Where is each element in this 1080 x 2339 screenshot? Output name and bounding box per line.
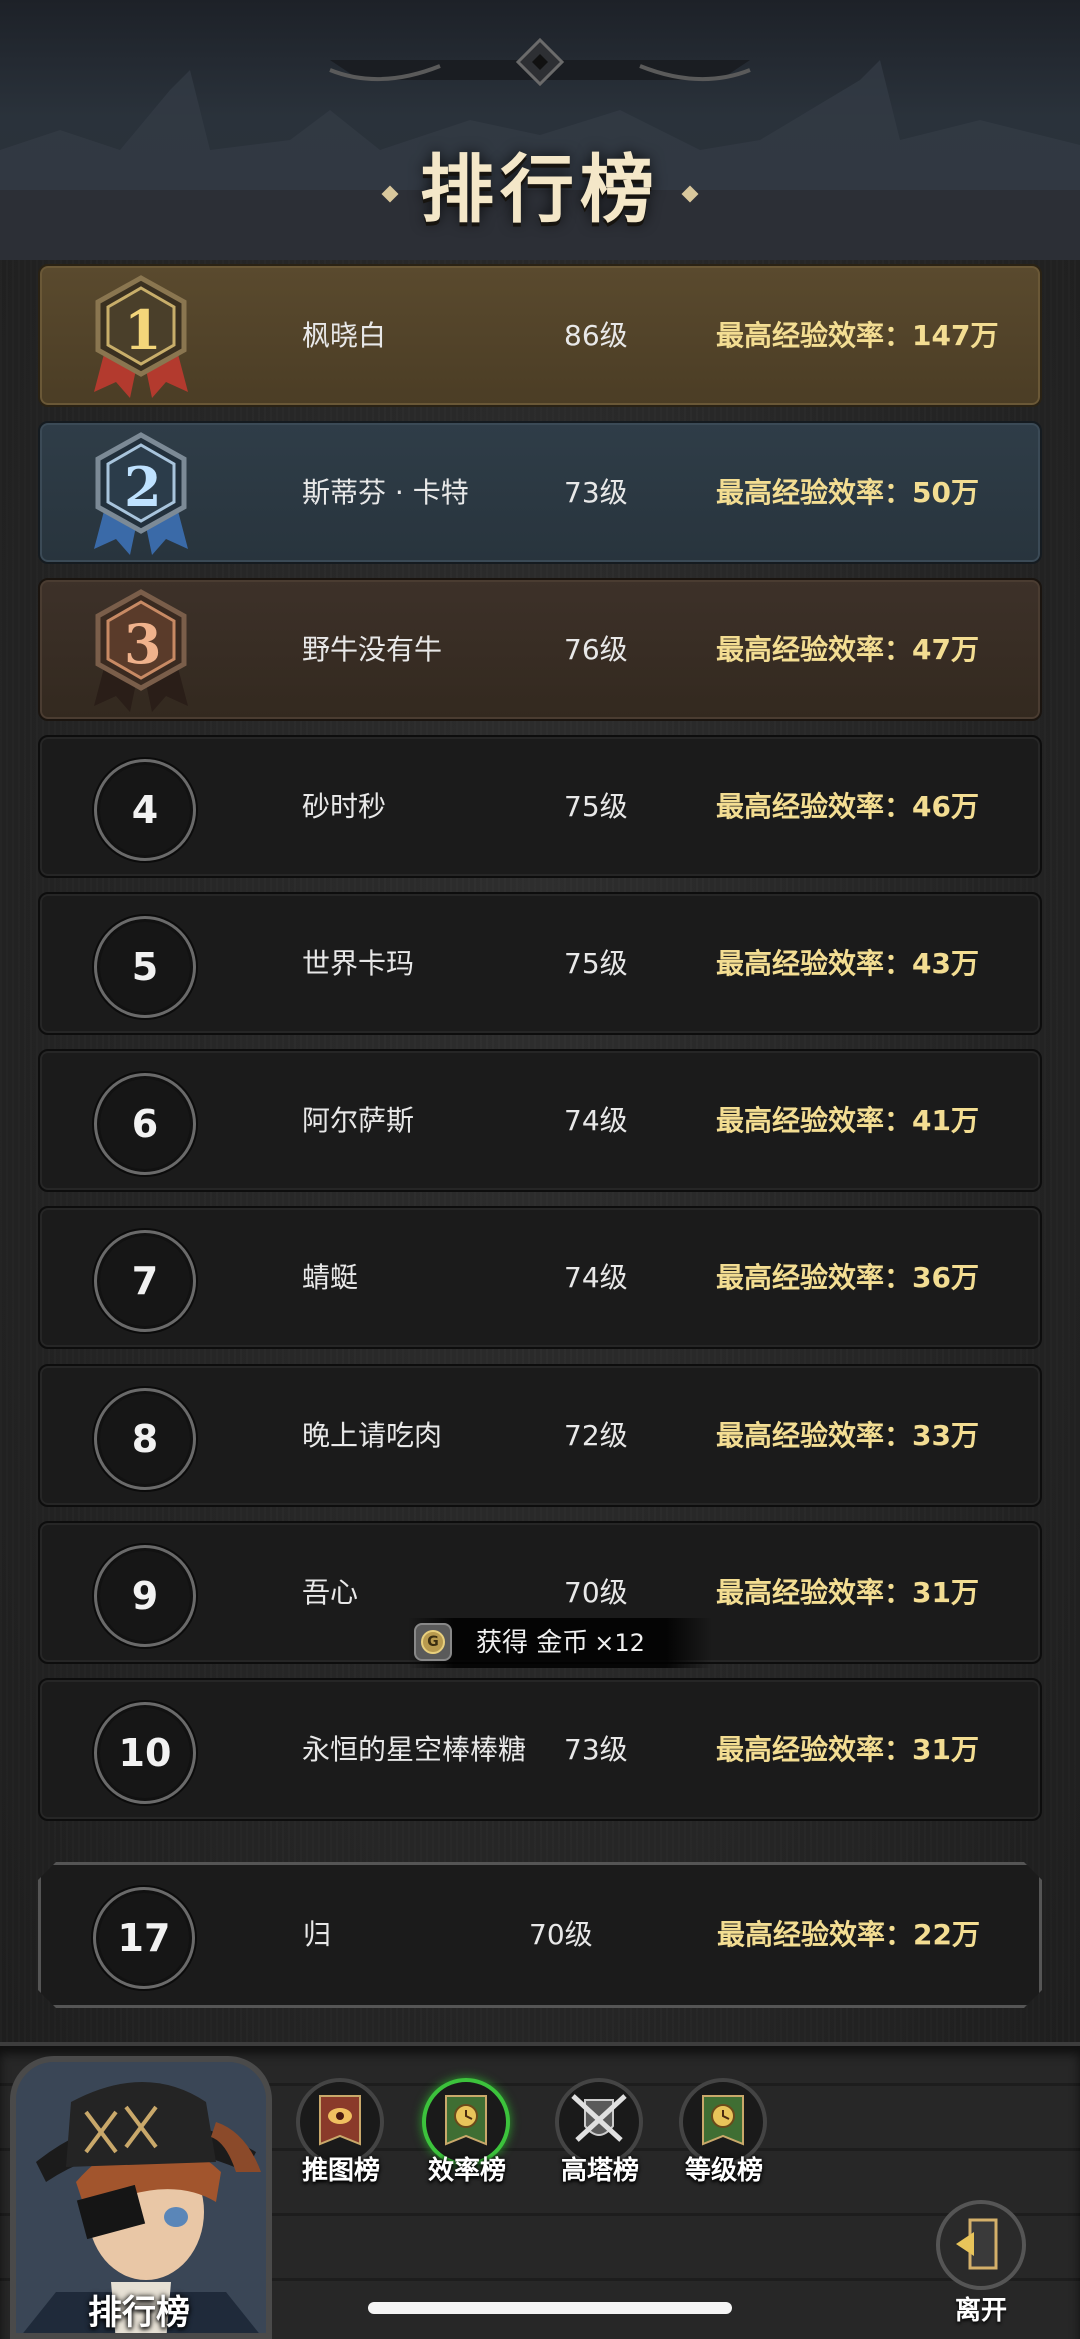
- player-level: 74级: [564, 1261, 628, 1294]
- player-level: 75级: [564, 947, 628, 980]
- rank-badge: 17: [93, 1887, 195, 1989]
- page-title: 排行榜: [0, 130, 1080, 237]
- tab-push-map[interactable]: 推图榜: [286, 2078, 396, 2198]
- leaderboard-row-10[interactable]: 10 永恒的星空棒棒糖 73级 最高经验效率：31万: [38, 1678, 1042, 1821]
- player-name: 永恒的星空棒棒糖: [302, 1733, 527, 1766]
- player-name: 归: [303, 1918, 332, 1951]
- player-level: 72级: [564, 1419, 628, 1452]
- exp-efficiency: 最高经验效率：46万: [716, 790, 979, 823]
- current-screen-label: 排行榜: [88, 2293, 190, 2333]
- exp-efficiency: 最高经验效率：33万: [716, 1419, 979, 1452]
- player-level: 70级: [529, 1918, 593, 1951]
- rank-badge: 10: [94, 1702, 196, 1804]
- player-name: 砂时秒: [302, 790, 387, 823]
- rank-number: 2: [124, 455, 162, 519]
- player-level: 86级: [564, 319, 628, 352]
- exp-efficiency: 最高经验效率：36万: [716, 1261, 979, 1294]
- player-level: 74级: [564, 1104, 628, 1137]
- tab-label: 等级榜: [684, 2156, 763, 2186]
- exp-efficiency: 最高经验效率：147万: [716, 319, 999, 352]
- leaderboard-row-4[interactable]: 4 砂时秒 75级 最高经验效率：46万: [38, 735, 1042, 878]
- exp-efficiency: 最高经验效率：31万: [716, 1733, 979, 1766]
- rank-badge: 7: [94, 1230, 196, 1332]
- tab-efficiency[interactable]: 效率榜: [412, 2078, 522, 2198]
- leaderboard-row-6[interactable]: 6 阿尔萨斯 74级 最高经验效率：41万: [38, 1049, 1042, 1192]
- exp-efficiency: 最高经验效率：50万: [716, 476, 979, 509]
- rank-number: 1: [124, 298, 162, 362]
- tab-label: 效率榜: [427, 2156, 506, 2186]
- leaderboard-row-1[interactable]: 1 枫晓白 86级 最高经验效率：147万: [38, 264, 1042, 407]
- exit-door-icon: [936, 2200, 1026, 2290]
- header-banner: 排行榜: [0, 0, 1080, 260]
- leaderboard-row-5[interactable]: 5 世界卡玛 75级 最高经验效率：43万: [38, 892, 1042, 1035]
- rank-number: 3: [124, 612, 162, 676]
- rank-badge: 5: [94, 916, 196, 1018]
- tab-level[interactable]: 等级榜: [669, 2078, 779, 2198]
- exp-efficiency: 最高经验效率：31万: [716, 1576, 979, 1609]
- player-level: 73级: [564, 1733, 628, 1766]
- player-name: 枫晓白: [302, 319, 387, 352]
- leaderboard-screen: 排行榜 1 枫晓白 86级 最高经验效率：147万 2 斯蒂芬 · 卡特 73级…: [0, 0, 1080, 2339]
- exp-efficiency: 最高经验效率：47万: [716, 633, 979, 666]
- rank-badge: 8: [94, 1388, 196, 1490]
- page-title-text: 排行榜: [420, 147, 660, 233]
- exp-efficiency: 最高经验效率：41万: [716, 1104, 979, 1137]
- player-name: 晚上请吃肉: [302, 1419, 443, 1452]
- player-name: 斯蒂芬 · 卡特: [302, 476, 469, 509]
- rank-badge: 6: [94, 1073, 196, 1175]
- leave-label: 离开: [954, 2296, 1007, 2326]
- exp-efficiency: 最高经验效率：22万: [717, 1918, 980, 1951]
- leaderboard-row-7[interactable]: 7 蜻蜓 74级 最高经验效率：36万: [38, 1206, 1042, 1349]
- player-level: 75级: [564, 790, 628, 823]
- player-name: 世界卡玛: [302, 947, 415, 980]
- gold-coin-icon: G: [414, 1623, 452, 1661]
- tab-label: 推图榜: [301, 2156, 380, 2186]
- my-rank-row[interactable]: 17 归 70级 最高经验效率：22万: [38, 1862, 1042, 2008]
- toast-count: ×12: [594, 1629, 645, 1657]
- player-level: 76级: [564, 633, 628, 666]
- player-level: 73级: [564, 476, 628, 509]
- player-name: 蜻蜓: [302, 1261, 359, 1294]
- toast-text: 获得 金币: [476, 1628, 589, 1658]
- rank-badge: 4: [94, 759, 196, 861]
- reward-toast: G 获得 金币 ×12: [408, 1618, 712, 1668]
- player-name: 野牛没有牛: [302, 633, 443, 666]
- exp-efficiency: 最高经验效率：43万: [716, 947, 979, 980]
- tab-label: 高塔榜: [560, 2156, 639, 2186]
- tab-tower[interactable]: 高塔榜: [545, 2078, 655, 2198]
- player-name: 吾心: [302, 1576, 359, 1609]
- leaderboard-row-8[interactable]: 8 晚上请吃肉 72级 最高经验效率：33万: [38, 1364, 1042, 1507]
- leaderboard-row-2[interactable]: 2 斯蒂芬 · 卡特 73级 最高经验效率：50万: [38, 421, 1042, 564]
- rank-badge: 9: [94, 1545, 196, 1647]
- player-name: 阿尔萨斯: [302, 1104, 415, 1137]
- home-indicator[interactable]: [368, 2302, 732, 2314]
- leaderboard-row-3[interactable]: 3 野牛没有牛 76级 最高经验效率：47万: [38, 578, 1042, 721]
- leave-button[interactable]: 离开: [926, 2200, 1036, 2330]
- coin-letter: G: [421, 1630, 445, 1654]
